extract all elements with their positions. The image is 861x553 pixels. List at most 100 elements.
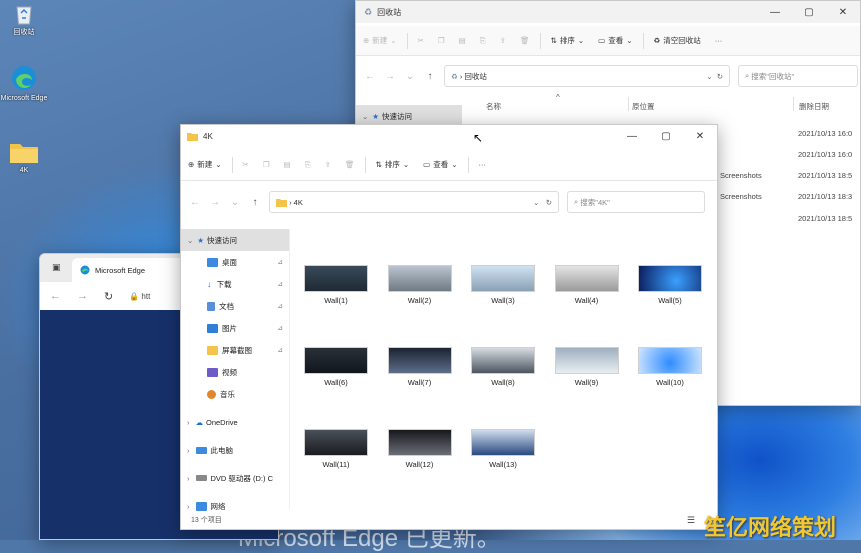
- nav-screenshots[interactable]: 屏幕截图 ⊿: [181, 339, 289, 361]
- explorer-search-input[interactable]: ⌕ 搜索"4K": [567, 191, 705, 213]
- column-name[interactable]: 名称: [486, 101, 501, 112]
- minimize-button[interactable]: —: [615, 125, 649, 147]
- row-date: 2021/10/13 18:3: [798, 192, 853, 201]
- file-item[interactable]: Wall(2): [387, 265, 452, 305]
- new-button[interactable]: ⊕ 新建 ⌄: [356, 30, 404, 52]
- forward-button[interactable]: →: [380, 71, 400, 82]
- edge-desktop-icon[interactable]: Microsoft Edge: [0, 64, 48, 103]
- share-button[interactable]: ⇪: [318, 154, 338, 176]
- file-item[interactable]: Wall(3): [471, 265, 535, 305]
- image-thumbnail: [638, 347, 702, 374]
- delete-button[interactable]: 🗑: [338, 154, 362, 176]
- row-location: Screenshots: [720, 171, 762, 180]
- details-view-icon[interactable]: ☰: [687, 515, 695, 526]
- file-item[interactable]: Wall(7): [387, 347, 452, 387]
- more-button[interactable]: ···: [472, 154, 494, 176]
- nav-music[interactable]: 音乐: [181, 383, 289, 405]
- minimize-button[interactable]: —: [758, 1, 792, 23]
- maximize-button[interactable]: ▢: [792, 1, 826, 23]
- view-button[interactable]: ▭ 查看 ⌄: [416, 154, 464, 176]
- edge-forward-button[interactable]: →: [77, 290, 88, 302]
- recent-button[interactable]: ⌄: [225, 197, 245, 208]
- empty-label: 清空回收站: [663, 36, 701, 45]
- watermark-text: 笙亿网络策划: [704, 515, 837, 540]
- view-label: 查看: [608, 36, 624, 45]
- back-button[interactable]: ←: [185, 197, 205, 208]
- recycle-search-input[interactable]: ⌕ 搜索"回收站": [738, 65, 858, 87]
- nav-this-pc[interactable]: › 此电脑: [181, 439, 289, 461]
- more-button[interactable]: ···: [708, 30, 730, 52]
- sort-button[interactable]: ⇅ 排序 ⌄: [369, 154, 417, 176]
- sort-arrow-icon: ^: [556, 93, 560, 102]
- up-button[interactable]: ↑: [245, 197, 265, 208]
- nav-label: DVD 驱动器 (D:) C: [210, 473, 274, 483]
- forward-button[interactable]: →: [205, 197, 225, 208]
- folder-4k-desktop-icon[interactable]: 4K: [0, 140, 48, 175]
- cut-button[interactable]: ✂: [411, 30, 431, 52]
- cut-button[interactable]: ✂: [236, 154, 256, 176]
- explorer-address-bar[interactable]: › 4K ⌄ ↻: [269, 191, 559, 213]
- file-item[interactable]: Wall(10): [638, 347, 702, 387]
- edge-refresh-button[interactable]: ↻: [104, 290, 113, 303]
- image-thumbnail: [471, 347, 535, 374]
- paste-button[interactable]: ▤: [452, 30, 473, 52]
- recycle-bin-desktop-icon[interactable]: 回收站: [0, 2, 48, 37]
- file-item[interactable]: Wall(6): [304, 347, 368, 387]
- delete-button[interactable]: 🗑: [513, 30, 537, 52]
- copy-button[interactable]: ❐: [256, 154, 277, 176]
- up-button[interactable]: ↑: [420, 71, 440, 82]
- nav-dvd-drive[interactable]: › DVD 驱动器 (D:) C: [181, 467, 289, 489]
- empty-recycle-bin-button[interactable]: ♻ 清空回收站: [647, 30, 708, 52]
- view-button[interactable]: ▭ 查看 ⌄: [591, 30, 639, 52]
- column-location[interactable]: 原位置: [632, 101, 655, 112]
- file-item[interactable]: Wall(8): [471, 347, 535, 387]
- copy-button[interactable]: ❐: [431, 30, 452, 52]
- nav-label: 桌面: [222, 257, 237, 267]
- recycle-small-icon: ♻: [364, 6, 373, 17]
- nav-pictures[interactable]: 图片 ⊿: [181, 317, 289, 339]
- close-button[interactable]: ✕: [826, 1, 860, 23]
- address-text: 4K: [293, 197, 303, 207]
- tab-actions-icon[interactable]: ▣: [52, 262, 61, 273]
- rename-button[interactable]: ⎘: [298, 154, 318, 176]
- nav-documents[interactable]: 文档 ⊿: [181, 295, 289, 317]
- sort-button[interactable]: ⇅ 排序 ⌄: [544, 30, 592, 52]
- file-item[interactable]: Wall(1): [304, 265, 368, 305]
- recycle-icon-small: ♻: [451, 71, 458, 81]
- recent-button[interactable]: ⌄: [400, 71, 420, 82]
- file-item[interactable]: Wall(12): [387, 429, 452, 469]
- search-placeholder: 搜索"4K": [580, 197, 610, 207]
- edge-url-bar[interactable]: 🔒 htt: [129, 292, 150, 301]
- close-button[interactable]: ✕: [683, 125, 717, 147]
- share-button[interactable]: ⇪: [493, 30, 513, 52]
- nav-downloads[interactable]: ↓ 下载 ⊿: [181, 273, 289, 295]
- nav-label: 图片: [222, 323, 237, 333]
- nav-onedrive[interactable]: › ☁ OneDrive: [181, 411, 289, 433]
- maximize-button[interactable]: ▢: [649, 125, 683, 147]
- sort-icon: ⇅: [550, 36, 557, 45]
- file-item[interactable]: Wall(11): [304, 429, 368, 469]
- new-button[interactable]: ⊕ 新建 ⌄: [181, 154, 229, 176]
- paste-button[interactable]: ▤: [277, 154, 298, 176]
- lock-icon: 🔒: [129, 291, 140, 301]
- file-item[interactable]: Wall(4): [554, 265, 619, 305]
- row-date: 2021/10/13 16:0: [798, 150, 853, 159]
- row-date: 2021/10/13 16:0: [798, 129, 853, 138]
- folder-icon: [10, 144, 38, 163]
- pin-icon: ⊿: [277, 281, 283, 288]
- nav-videos[interactable]: 视频: [181, 361, 289, 383]
- rename-button[interactable]: ⎘: [473, 30, 493, 52]
- edge-back-button[interactable]: ←: [50, 290, 61, 302]
- search-icon: ⌕: [574, 197, 579, 206]
- back-button[interactable]: ←: [360, 71, 380, 82]
- nav-quick-access[interactable]: ⌄ ★ 快速访问: [181, 229, 289, 251]
- folder-4k-label: 4K: [19, 167, 29, 174]
- column-date[interactable]: 删除日期: [799, 101, 829, 112]
- chevron-down-icon: ⌄: [706, 71, 713, 81]
- file-item[interactable]: Wall(9): [554, 347, 619, 387]
- recycle-address-bar[interactable]: ♻ › 回收站 ⌄ ↻: [444, 65, 730, 87]
- cloud-icon: ☁: [195, 417, 204, 427]
- file-item[interactable]: Wall(13): [471, 429, 535, 469]
- file-item[interactable]: Wall(5): [638, 265, 702, 305]
- nav-desktop[interactable]: 桌面 ⊿: [181, 251, 289, 273]
